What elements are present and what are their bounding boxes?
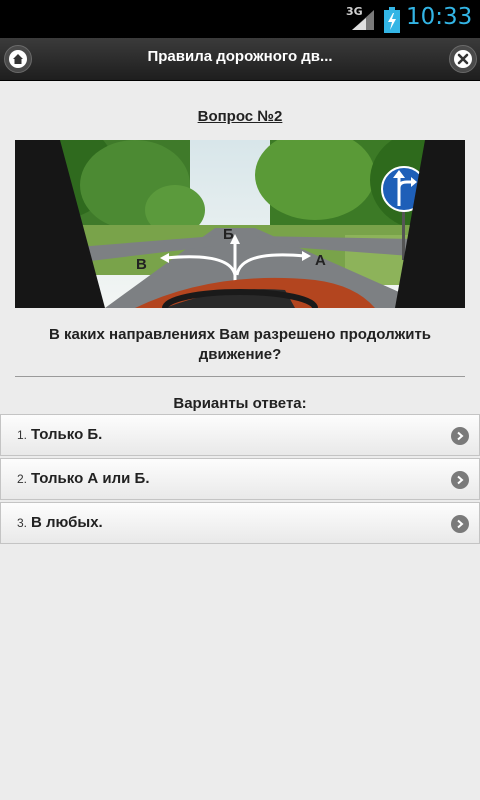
chevron-right-icon bbox=[451, 515, 469, 533]
answer-list: 1. Только Б. 2. Только А или Б. 3. В люб… bbox=[0, 414, 480, 546]
home-icon bbox=[13, 54, 23, 64]
divider bbox=[15, 376, 465, 377]
label-a: А bbox=[315, 252, 326, 269]
status-bar: 3G 10:33 bbox=[0, 0, 480, 38]
close-icon bbox=[457, 53, 469, 65]
home-button[interactable] bbox=[4, 45, 32, 73]
answer-number: 2. bbox=[17, 472, 28, 486]
answer-text: Только А или Б. bbox=[31, 470, 150, 487]
answer-option-3[interactable]: 3. В любых. bbox=[0, 502, 480, 544]
app-header: Правила дорожного дв... bbox=[0, 38, 480, 81]
battery-charging-icon bbox=[384, 7, 400, 33]
question-number: Вопрос №2 bbox=[197, 108, 283, 125]
answer-number: 1. bbox=[17, 428, 28, 442]
question-text: В каких направлениях Вам разрешено продо… bbox=[48, 326, 432, 363]
answer-option-2[interactable]: 2. Только А или Б. bbox=[0, 458, 480, 500]
answers-heading: Варианты ответа: bbox=[173, 395, 307, 412]
close-button[interactable] bbox=[449, 45, 477, 73]
chevron-right-icon bbox=[451, 471, 469, 489]
question-image: Б В А bbox=[15, 140, 465, 308]
chevron-right-icon bbox=[451, 427, 469, 445]
label-v: В bbox=[136, 256, 147, 273]
answer-option-1[interactable]: 1. Только Б. bbox=[0, 414, 480, 456]
clock: 10:33 bbox=[406, 4, 473, 30]
answer-text: Только Б. bbox=[31, 426, 103, 443]
page-title: Правила дорожного дв... bbox=[147, 48, 333, 65]
answer-text: В любых. bbox=[31, 514, 103, 531]
signal-icon bbox=[352, 10, 374, 30]
label-b: Б bbox=[223, 226, 234, 243]
answer-number: 3. bbox=[17, 516, 28, 530]
